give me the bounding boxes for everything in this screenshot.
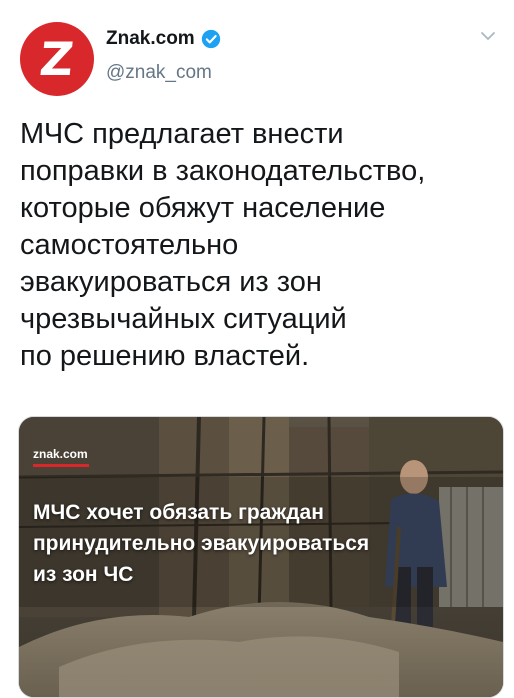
tweet-text-line: чрезвычайных ситуаций: [20, 303, 347, 335]
card-site-logo: znak.com: [33, 447, 88, 461]
chevron-down-icon[interactable]: [480, 30, 496, 42]
account-handle[interactable]: @znak_com: [106, 62, 212, 84]
card-headline-line: принудительно эвакуироваться: [33, 532, 370, 555]
link-preview-card[interactable]: znak.com МЧС хочет обязать граждан прину…: [18, 416, 504, 698]
tweet-text-line: которые обяжут население: [20, 192, 386, 224]
tweet: Z Znak.com @znak_com МЧС предлагает внес…: [0, 0, 514, 698]
card-headline-line: МЧС хочет обязать граждан: [33, 501, 324, 524]
tweet-text-line: МЧС предлагает внести: [20, 118, 344, 150]
avatar[interactable]: Z: [20, 22, 94, 96]
tweet-text: МЧС предлагает внести поправки в законод…: [20, 116, 490, 375]
card-headline: МЧС хочет обязать граждан принудительно …: [33, 497, 453, 590]
tweet-text-line: эвакуироваться из зон: [20, 266, 322, 298]
card-headline-line: из зон ЧС: [33, 563, 134, 586]
verified-badge-icon: [201, 29, 220, 49]
tweet-text-line: самостоятельно: [20, 229, 239, 261]
account-name-row: Znak.com: [106, 28, 221, 50]
tweet-text-line: поправки в законодательство,: [20, 155, 426, 187]
avatar-logo-letter: Z: [37, 32, 77, 86]
display-name[interactable]: Znak.com: [106, 28, 195, 50]
card-logo-underline: [33, 464, 89, 467]
tweet-text-line: по решению властей.: [20, 340, 310, 372]
